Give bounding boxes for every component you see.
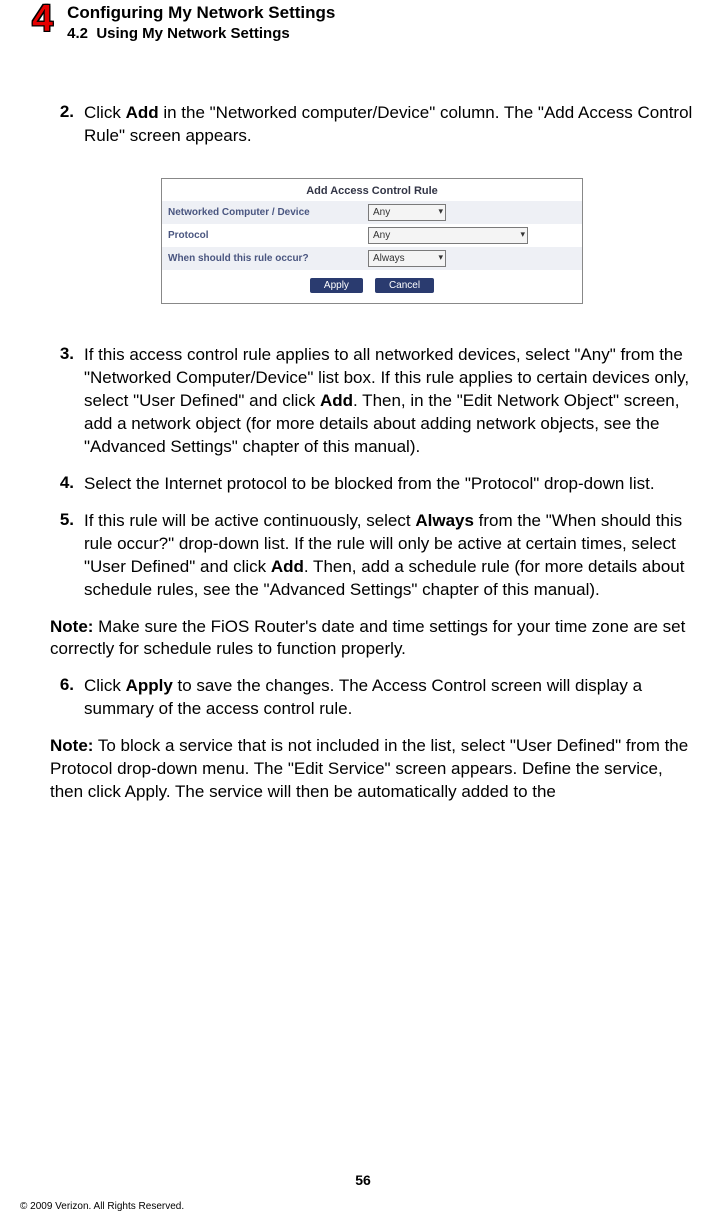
body-content: 2. Click Add in the "Networked computer/… xyxy=(32,42,694,804)
note-label: Note: xyxy=(50,617,93,636)
step-6: 6. Click Apply to save the changes. The … xyxy=(50,675,694,721)
figure-buttons: Apply Cancel xyxy=(162,270,582,303)
figure-row-device: Networked Computer / Device Any xyxy=(162,201,582,224)
figure-label: Networked Computer / Device xyxy=(168,207,368,218)
figure-row-when: When should this rule occur? Always xyxy=(162,247,582,270)
when-select[interactable]: Always xyxy=(368,250,446,267)
step-text: Click Apply to save the changes. The Acc… xyxy=(84,675,694,721)
step-3: 3. If this access control rule applies t… xyxy=(50,344,694,459)
chapter-title: Configuring My Network Settings xyxy=(67,2,335,23)
apply-button[interactable]: Apply xyxy=(310,278,363,293)
page-header: 4 Configuring My Network Settings 4.2 Us… xyxy=(32,0,694,42)
device-select[interactable]: Any xyxy=(368,204,446,221)
figure-add-access-control-rule: Add Access Control Rule Networked Comput… xyxy=(161,178,583,304)
step-number: 6. xyxy=(50,675,74,721)
protocol-select[interactable]: Any xyxy=(368,227,528,244)
step-4: 4. Select the Internet protocol to be bl… xyxy=(50,473,694,496)
cancel-button[interactable]: Cancel xyxy=(375,278,434,293)
figure-title: Add Access Control Rule xyxy=(162,179,582,201)
step-2: 2. Click Add in the "Networked computer/… xyxy=(50,102,694,148)
note-2: Note: To block a service that is not inc… xyxy=(50,735,694,804)
step-number: 5. xyxy=(50,510,74,602)
step-text: Click Add in the "Networked computer/Dev… xyxy=(84,102,694,148)
chapter-number: 4 xyxy=(32,0,53,38)
note-1: Note: Make sure the FiOS Router's date a… xyxy=(50,616,694,662)
step-number: 2. xyxy=(50,102,74,148)
figure-row-protocol: Protocol Any xyxy=(162,224,582,247)
figure-label: Protocol xyxy=(168,230,368,241)
step-5: 5. If this rule will be active continuou… xyxy=(50,510,694,602)
figure-wrap: Add Access Control Rule Networked Comput… xyxy=(50,178,694,304)
step-number: 4. xyxy=(50,473,74,496)
step-text: Select the Internet protocol to be block… xyxy=(84,473,694,496)
note-label: Note: xyxy=(50,736,93,755)
figure-label: When should this rule occur? xyxy=(168,253,368,264)
step-number: 3. xyxy=(50,344,74,459)
step-text: If this access control rule applies to a… xyxy=(84,344,694,459)
step-text: If this rule will be active continuously… xyxy=(84,510,694,602)
copyright: © 2009 Verizon. All Rights Reserved. xyxy=(20,1201,184,1212)
page-number: 56 xyxy=(0,1172,726,1188)
section-title: 4.2 Using My Network Settings xyxy=(67,25,335,42)
